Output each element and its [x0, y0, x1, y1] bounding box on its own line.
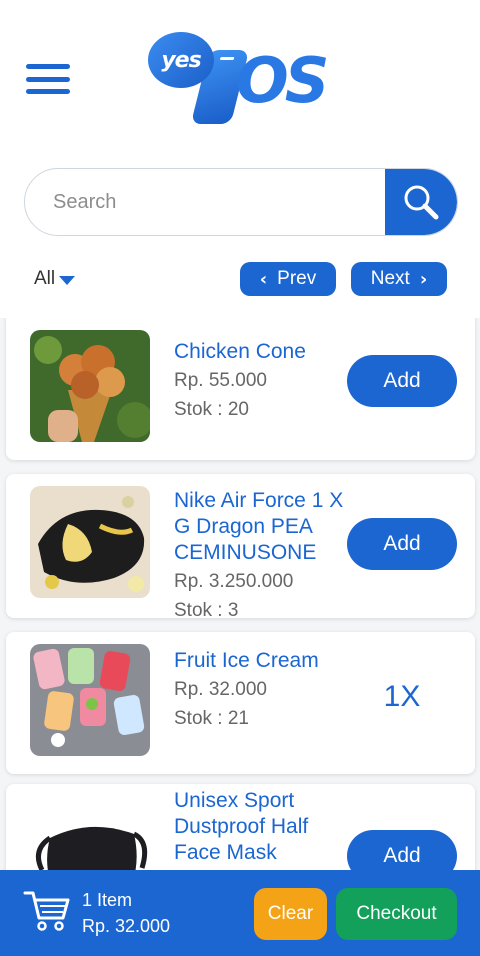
product-image-chicken-cone [30, 330, 150, 442]
category-filter[interactable]: All [34, 268, 76, 290]
product-stock: Stok : 3 [174, 600, 239, 621]
caret-down-icon [59, 275, 76, 285]
product-card: Chicken Cone Rp. 55.000 Stok : 20 Add [6, 318, 475, 460]
product-name: Fruit Ice Cream [174, 649, 319, 672]
product-list[interactable]: Chicken Cone Rp. 55.000 Stok : 20 Add Ni… [0, 318, 480, 870]
product-card: Unisex Sport Dustproof Half Face Mask Ad… [6, 784, 475, 870]
cart-total: Rp. 32.000 [82, 916, 171, 936]
product-name: Nike Air Force 1 X G Dragon PEA CEMINUSO… [174, 489, 344, 564]
chevron-left-icon: ‹ [259, 268, 268, 290]
product-name: Chicken Cone [174, 340, 306, 363]
product-stock: Stok : 20 [174, 399, 249, 420]
chevron-right-icon: › [419, 268, 428, 290]
product-name: Unisex Sport Dustproof Half Face Mask [174, 789, 309, 864]
product-card: Nike Air Force 1 X G Dragon PEA CEMINUSO… [6, 474, 475, 621]
product-price: Rp. 32.000 [174, 679, 267, 700]
product-price: Rp. 55.000 [174, 370, 267, 391]
search-bar [24, 168, 458, 236]
product-stock: Stok : 21 [174, 708, 249, 729]
prev-label: Prev [277, 268, 317, 289]
cart-bar: 1 Item Rp. 32.000 Clear Checkout [0, 870, 480, 956]
checkout-button[interactable]: Checkout [336, 888, 457, 940]
app-logo: yes OS [148, 30, 338, 130]
category-filter-value: All [34, 268, 56, 289]
product-image-face-mask [30, 798, 150, 870]
logo-yes-text: yes [161, 47, 201, 73]
search-input[interactable] [25, 169, 387, 235]
cart-icon[interactable] [22, 888, 72, 932]
logo-yes-bubble: yes [148, 32, 214, 88]
logo-os-text: OS [236, 44, 329, 117]
search-button[interactable] [385, 169, 457, 235]
menu-icon[interactable] [26, 64, 70, 94]
product-price: Rp. 3.250.000 [174, 571, 294, 592]
add-button[interactable]: Add [347, 355, 457, 407]
next-button[interactable]: Next › [351, 262, 447, 296]
add-button[interactable]: Add [347, 518, 457, 570]
app-header: yes OS [0, 0, 480, 150]
product-image-nike-air-force [30, 486, 150, 598]
next-label: Next [370, 268, 410, 289]
prev-button[interactable]: ‹ Prev [240, 262, 336, 296]
cart-item-count: 1 Item [82, 890, 133, 910]
product-image-fruit-ice-cream [30, 644, 150, 756]
product-card: Fruit Ice Cream Rp. 32.000 Stok : 21 1X [6, 632, 475, 774]
add-button[interactable]: Add [347, 830, 457, 870]
search-icon [404, 185, 439, 220]
clear-button[interactable]: Clear [254, 888, 327, 940]
quantity-indicator[interactable]: 1X [347, 680, 457, 714]
